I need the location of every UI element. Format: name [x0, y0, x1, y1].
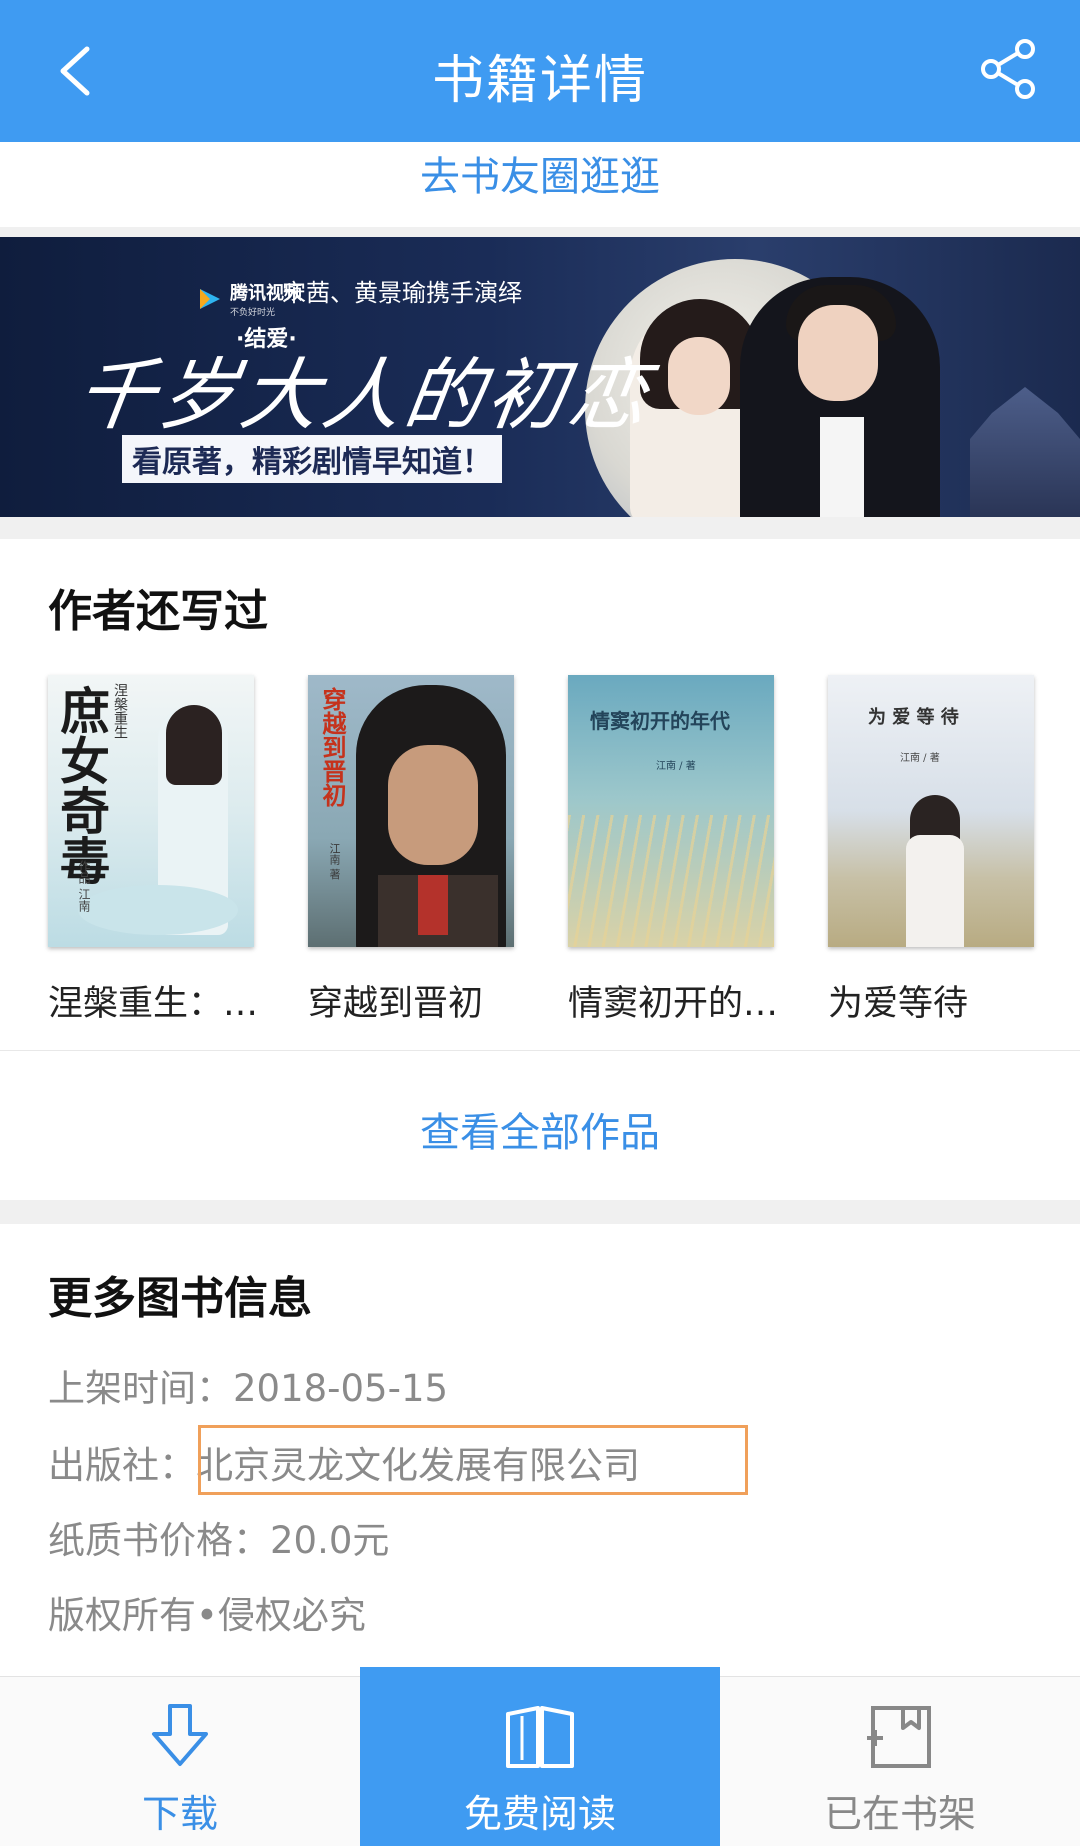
book-circle-link[interactable]: 去书友圈逛逛	[420, 144, 660, 202]
book-cover: 涅槃重生 庶女奇毒 作品 江南	[48, 675, 254, 947]
open-book-icon	[506, 1706, 574, 1768]
view-all-works-link[interactable]: 查看全部作品	[0, 1100, 1080, 1158]
book-cover: 情窦初开的年代 江南 / 著	[568, 675, 774, 947]
book-title: 情窦初开的…	[568, 984, 779, 1024]
share-button[interactable]	[974, 34, 1044, 104]
page-title: 书籍详情	[431, 51, 648, 111]
divider	[0, 1050, 1080, 1051]
book-title: 涅槃重生：…	[48, 984, 259, 1024]
free-read-button[interactable]: 免费阅读	[360, 1667, 720, 1846]
more-info-title: 更多图书信息	[48, 1273, 312, 1324]
book-item[interactable]: 情窦初开的年代 江南 / 著 情窦初开的…	[568, 675, 779, 1026]
bottom-action-bar: 下载 免费阅读 已在书架	[0, 1667, 1080, 1846]
download-label: 下载	[141, 1792, 218, 1836]
book-title: 穿越到晋初	[308, 984, 484, 1024]
section-gap	[0, 517, 1080, 539]
tencent-video-icon	[200, 288, 220, 309]
copyright-text: 版权所有•侵权必究	[48, 1594, 366, 1637]
banner-title: 千岁大人的初恋	[70, 351, 658, 441]
shelf-time-value: 2018-05-15	[233, 1367, 449, 1410]
publisher-highlight	[198, 1425, 748, 1495]
download-icon	[152, 1704, 208, 1766]
download-button[interactable]: 下载	[0, 1677, 360, 1846]
price-value: 20.0元	[270, 1519, 390, 1562]
book-item[interactable]: 涅槃重生 庶女奇毒 作品 江南 涅槃重生：…	[48, 675, 259, 1026]
header-bar: 书籍详情	[0, 0, 1080, 142]
free-read-label: 免费阅读	[463, 1792, 616, 1836]
section-gap	[0, 227, 1080, 237]
book-cover: 为 爱 等 待 江南 / 著	[828, 675, 1034, 947]
banner-actor	[740, 277, 940, 517]
book-detail-page: 书籍详情 去书友圈逛逛 腾讯视频 不负好时光 宋茜、黄景瑜携手演绎 ·结爱· 千…	[0, 0, 1080, 1846]
shelf-time-row: 上架时间：2018-05-15	[48, 1367, 449, 1410]
banner-tagline: 看原著，精彩剧情早知道！	[122, 435, 502, 483]
book-title: 为爱等待	[828, 984, 969, 1024]
promo-banner[interactable]: 腾讯视频 不负好时光 宋茜、黄景瑜携手演绎 ·结爱· 千岁大人的初恋 看原著，精…	[0, 237, 1080, 517]
book-item[interactable]: 为 爱 等 待 江南 / 著 为爱等待	[828, 675, 1034, 1026]
banner-palace	[970, 387, 1080, 517]
author-works-title: 作者还写过	[48, 586, 268, 637]
on-shelf-button[interactable]: 已在书架	[720, 1677, 1080, 1846]
book-cover: 穿越到晋初 江南 著	[308, 675, 514, 947]
book-circle-section: 去书友圈逛逛	[0, 142, 1080, 237]
on-shelf-label: 已在书架	[823, 1792, 976, 1836]
bookshelf-add-icon	[867, 1706, 931, 1768]
banner-cast: 宋茜、黄景瑜携手演绎	[282, 279, 522, 307]
share-icon	[981, 39, 1035, 99]
price-row: 纸质书价格：20.0元	[48, 1519, 390, 1562]
section-gap	[0, 1200, 1080, 1224]
book-item[interactable]: 穿越到晋初 江南 著 穿越到晋初	[308, 675, 514, 1026]
